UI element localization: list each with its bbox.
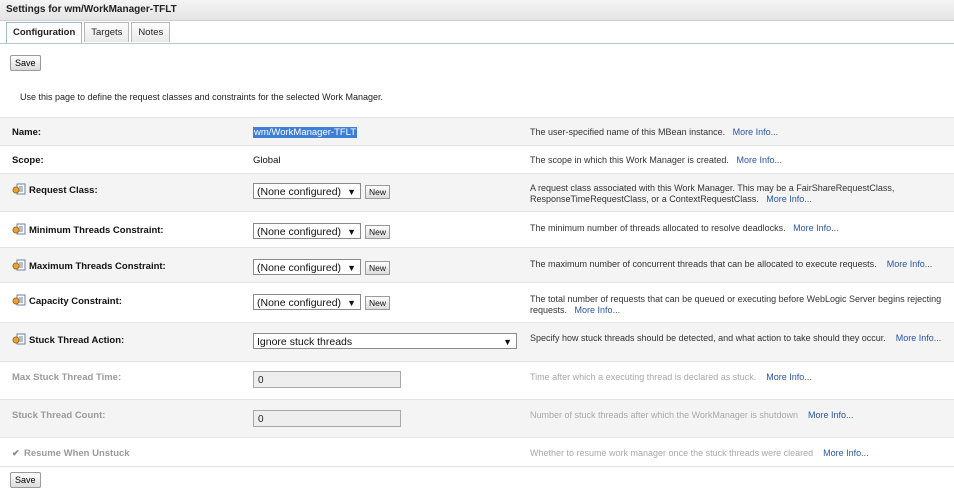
min-threads-new-button[interactable]: New [365,225,391,239]
page-header: Settings for wm/WorkManager-TFLT [0,0,954,21]
max-threads-label: Maximum Threads Constraint: [29,261,166,272]
stuck-count-description: Number of stuck threads after which the … [530,410,950,421]
constraint-icon [12,333,26,345]
chevron-down-icon: ▼ [347,263,356,273]
min-threads-row: Minimum Threads Constraint: (None config… [0,211,954,248]
tab-divider [0,43,954,44]
capacity-row: Capacity Constraint: (None configured) ▼ … [0,282,954,323]
stuck-action-description: Specify how stuck threads should be dete… [530,333,950,344]
chevron-down-icon: ▼ [347,187,356,197]
capacity-more-info-link[interactable]: More Info... [575,305,621,315]
max-threads-new-button[interactable]: New [365,261,391,275]
scope-row: Scope: Global The scope in which this Wo… [0,145,954,174]
max-stuck-time-description: Time after which a executing thread is d… [530,372,950,383]
max-stuck-time-desc-text: Time after which a executing thread is d… [530,372,757,382]
name-value-wrap: wm/WorkManager-TFLT [253,127,358,138]
capacity-new-button[interactable]: New [365,296,391,310]
capacity-label: Capacity Constraint: [29,296,122,307]
stuck-action-row: Stuck Thread Action: Ignore stuck thread… [0,322,954,362]
name-value[interactable]: wm/WorkManager-TFLT [253,127,358,138]
scope-description: The scope in which this Work Manager is … [530,155,950,166]
intro-text: Use this page to define the request clas… [20,92,384,102]
chevron-down-icon: ▼ [347,298,356,308]
stuck-action-more-info-link[interactable]: More Info... [896,333,942,343]
name-more-info-link[interactable]: More Info... [733,127,779,137]
request-class-select-value: (None configured) [257,186,342,198]
stuck-action-label: Stuck Thread Action: [29,335,125,346]
max-threads-select[interactable]: (None configured) ▼ [253,259,361,275]
resume-desc-text: Whether to resume work manager once the … [530,448,814,458]
request-class-new-button[interactable]: New [365,185,391,199]
max-stuck-time-row: Max Stuck Thread Time: 0 Time after whic… [0,361,954,400]
stuck-count-field[interactable]: 0 [253,410,401,427]
resume-row: ✔ Resume When Unstuck Whether to resume w… [0,437,954,467]
tab-bar: Configuration Targets Notes [6,22,172,44]
request-class-more-info-link[interactable]: More Info... [766,194,812,204]
resume-checkbox[interactable]: ✔ [12,448,21,458]
capacity-label-wrap: Capacity Constraint: [12,294,122,307]
constraint-icon [12,223,26,235]
max-threads-row: Maximum Threads Constraint: (None config… [0,247,954,283]
name-row: Name: wm/WorkManager-TFLT The user-speci… [0,117,954,146]
min-threads-label: Minimum Threads Constraint: [29,225,164,236]
stuck-action-label-wrap: Stuck Thread Action: [12,333,124,346]
stuck-count-desc-text: Number of stuck threads after which the … [530,410,798,420]
resume-label: Resume When Unstuck [24,448,130,459]
max-threads-desc-text: The maximum number of concurrent threads… [530,259,877,269]
name-desc-text: The user-specified name of this MBean in… [530,127,726,137]
min-threads-select[interactable]: (None configured) ▼ [253,223,361,239]
min-threads-description: The minimum number of threads allocated … [530,223,950,234]
capacity-select-value: (None configured) [257,297,342,309]
stuck-count-more-info-link[interactable]: More Info... [808,410,854,420]
tab-targets[interactable]: Targets [84,22,130,42]
scope-more-info-link[interactable]: More Info... [736,155,782,165]
request-class-select[interactable]: (None configured) ▼ [253,183,361,199]
constraint-icon [12,259,26,271]
max-stuck-time-field[interactable]: 0 [253,371,401,388]
stuck-action-desc-text: Specify how stuck threads should be dete… [530,333,886,343]
max-stuck-time-label: Max Stuck Thread Time: [12,372,122,383]
max-threads-more-info-link[interactable]: More Info... [887,259,933,269]
resume-label-wrap: ✔ Resume When Unstuck [12,448,130,459]
stuck-action-select[interactable]: Ignore stuck threads ▼ [253,333,517,349]
constraint-icon [12,294,26,306]
chevron-down-icon: ▼ [503,337,512,347]
min-threads-select-value: (None configured) [257,226,342,238]
tab-configuration[interactable]: Configuration [6,22,83,44]
stuck-action-select-value: Ignore stuck threads [257,336,353,348]
resume-description: Whether to resume work manager once the … [530,448,950,459]
scope-desc-text: The scope in which this Work Manager is … [530,155,729,165]
stuck-count-row: Stuck Thread Count: 0 Number of stuck th… [0,399,954,438]
capacity-description: The total number of requests that can be… [530,294,950,316]
table-bottom-divider [0,466,954,467]
min-threads-desc-text: The minimum number of threads allocated … [530,223,786,233]
request-class-label: Request Class: [29,185,98,196]
constraint-icon [12,183,26,195]
chevron-down-icon: ▼ [347,227,356,237]
resume-more-info-link[interactable]: More Info... [823,448,869,458]
save-button-bottom[interactable]: Save [10,472,41,488]
max-threads-description: The maximum number of concurrent threads… [530,259,950,270]
scope-label: Scope: [12,155,44,166]
request-class-description: A request class associated with this Wor… [530,183,950,205]
max-threads-select-value: (None configured) [257,262,342,274]
name-label: Name: [12,127,42,138]
min-threads-more-info-link[interactable]: More Info... [793,223,839,233]
request-class-row: Request Class: (None configured) ▼ New A … [0,173,954,212]
tab-notes[interactable]: Notes [131,22,171,42]
save-button-top[interactable]: Save [10,55,41,71]
capacity-select[interactable]: (None configured) ▼ [253,294,361,310]
min-threads-label-wrap: Minimum Threads Constraint: [12,223,164,236]
name-description: The user-specified name of this MBean in… [530,127,950,138]
max-stuck-time-more-info-link[interactable]: More Info... [766,372,812,382]
stuck-count-label: Stuck Thread Count: [12,410,106,421]
max-threads-label-wrap: Maximum Threads Constraint: [12,259,166,272]
page-title: Settings for wm/WorkManager-TFLT [6,4,177,15]
request-class-desc-text: A request class associated with this Wor… [530,183,895,204]
scope-value: Global [253,155,281,166]
request-class-label-wrap: Request Class: [12,183,98,196]
